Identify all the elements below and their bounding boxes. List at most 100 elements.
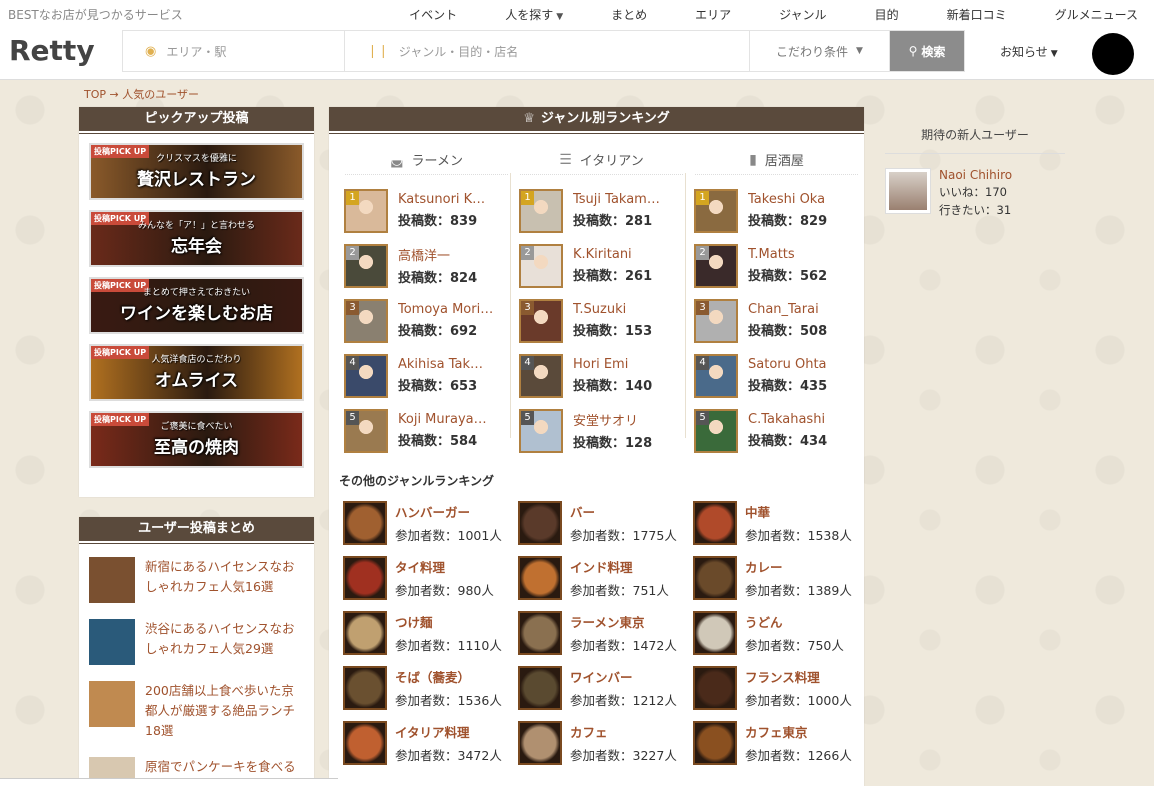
user-name[interactable]: Tomoya Mori… — [398, 302, 508, 317]
genre-name[interactable]: ハンバーガー — [395, 502, 502, 521]
genre-name[interactable]: バー — [570, 502, 677, 521]
genre-ranking-item[interactable]: バー 参加者数：1775人 — [518, 495, 693, 550]
user-name[interactable]: Koji Muraya… — [398, 412, 508, 427]
ranking-user[interactable]: 3 Tomoya Mori… 投稿数：692 — [339, 293, 514, 348]
genre-ranking-item[interactable]: つけ麺 参加者数：1110人 — [343, 605, 518, 660]
genre-search-field[interactable]: ❘❘ ジャンル・目的・店名 — [345, 31, 750, 71]
genre-ranking-item[interactable]: カフェ東京 参加者数：1266人 — [693, 715, 863, 770]
user-avatar[interactable]: 3 — [519, 298, 563, 343]
ranking-user[interactable]: 1 Tsuji Takam… 投稿数：281 — [514, 183, 689, 238]
genre-name[interactable]: タイ料理 — [395, 557, 494, 576]
genre-header[interactable]: ▮ 居酒屋 — [695, 145, 858, 175]
user-name[interactable]: 高橋洋一 — [398, 245, 508, 264]
nav-item[interactable]: イベント — [385, 6, 457, 23]
user-avatar[interactable]: 5 — [344, 408, 388, 453]
genre-name[interactable]: カフェ — [570, 722, 677, 741]
user-avatar[interactable]: 2 — [694, 243, 738, 288]
genre-name[interactable]: ラーメン東京 — [570, 612, 677, 631]
ranking-user[interactable]: 4 Akihisa Tak… 投稿数：653 — [339, 348, 514, 403]
user-avatar[interactable]: 2 — [519, 243, 563, 288]
user-avatar[interactable]: 2 — [344, 243, 388, 288]
user-name[interactable]: Katsunori K… — [398, 192, 508, 207]
user-avatar[interactable]: 4 — [694, 353, 738, 398]
user-name[interactable]: C.Takahashi — [748, 412, 858, 427]
retty-logo[interactable]: Retty — [9, 34, 95, 67]
pickup-banner[interactable]: 投稿PICK UP ご褒美に食べたい 至高の焼肉 — [89, 411, 304, 468]
genre-header[interactable]: ☰ イタリアン — [520, 145, 683, 175]
ranking-user[interactable]: 4 Hori Emi 投稿数：140 — [514, 348, 689, 403]
matome-item[interactable]: 渋谷にあるハイセンスなおしゃれカフェ人気29選 — [79, 611, 314, 673]
user-name[interactable]: T.Suzuki — [573, 302, 683, 317]
pickup-banner[interactable]: 投稿PICK UP まとめて押さえておきたい ワインを楽しむお店 — [89, 277, 304, 334]
breadcrumb[interactable]: TOP → 人気のユーザー — [84, 86, 199, 102]
user-avatar[interactable] — [1092, 33, 1134, 75]
new-user-item[interactable]: Naoi Chihiro いいね：170 行きたい：31 — [885, 154, 1065, 218]
genre-header[interactable]: ◛ ラーメン — [345, 145, 508, 175]
user-avatar[interactable]: 3 — [694, 298, 738, 343]
ranking-user[interactable]: 5 安堂サオリ 投稿数：128 — [514, 403, 689, 458]
user-name[interactable]: T.Matts — [748, 247, 858, 262]
user-name[interactable]: K.Kiritani — [573, 247, 683, 262]
genre-name[interactable]: インド料理 — [570, 557, 669, 576]
nav-item[interactable]: 新着口コミ — [923, 6, 1007, 23]
ranking-user[interactable]: 4 Satoru Ohta 投稿数：435 — [689, 348, 864, 403]
genre-ranking-item[interactable]: カフェ 参加者数：3227人 — [518, 715, 693, 770]
user-avatar[interactable]: 1 — [694, 188, 738, 233]
pickup-banner[interactable]: 投稿PICK UP みんなを「ア！」と言わせる 忘年会 — [89, 210, 304, 267]
user-name[interactable]: 安堂サオリ — [573, 410, 683, 429]
user-name[interactable]: Tsuji Takam… — [573, 192, 683, 207]
genre-name[interactable]: フランス料理 — [745, 667, 852, 686]
matome-item[interactable]: 新宿にあるハイセンスなおしゃれカフェ人気16選 — [79, 549, 314, 611]
user-avatar[interactable]: 5 — [519, 408, 563, 453]
nav-item[interactable]: グルメニュース — [1031, 6, 1138, 23]
ranking-user[interactable]: 2 T.Matts 投稿数：562 — [689, 238, 864, 293]
user-avatar[interactable]: 3 — [344, 298, 388, 343]
new-user-name[interactable]: Naoi Chihiro — [939, 168, 1012, 182]
ranking-user[interactable]: 5 Koji Muraya… 投稿数：584 — [339, 403, 514, 458]
genre-ranking-item[interactable]: イタリア料理 参加者数：3472人 — [343, 715, 518, 770]
genre-ranking-item[interactable]: インド料理 参加者数：751人 — [518, 550, 693, 605]
nav-item[interactable]: ジャンル — [755, 6, 826, 23]
ranking-user[interactable]: 5 C.Takahashi 投稿数：434 — [689, 403, 864, 458]
ranking-user[interactable]: 1 Katsunori K… 投稿数：839 — [339, 183, 514, 238]
new-user-avatar[interactable] — [885, 168, 931, 214]
horizontal-scrollbar[interactable] — [0, 778, 338, 786]
user-avatar[interactable]: 4 — [344, 353, 388, 398]
ranking-user[interactable]: 3 T.Suzuki 投稿数：153 — [514, 293, 689, 348]
pickup-banner[interactable]: 投稿PICK UP クリスマスを優雅に 贅沢レストラン — [89, 143, 304, 200]
nav-item[interactable]: 人を探す ▼ — [481, 6, 563, 23]
genre-ranking-item[interactable]: カレー 参加者数：1389人 — [693, 550, 863, 605]
genre-name[interactable]: 中華 — [745, 502, 852, 521]
genre-ranking-item[interactable]: ワインバー 参加者数：1212人 — [518, 660, 693, 715]
genre-name[interactable]: カレー — [745, 557, 852, 576]
matome-item[interactable]: 200店舗以上食べ歩いた京都人が厳選する絶品ランチ18選 — [79, 673, 314, 749]
genre-ranking-item[interactable]: 中華 参加者数：1538人 — [693, 495, 863, 550]
user-avatar[interactable]: 1 — [344, 188, 388, 233]
user-name[interactable]: Takeshi Oka — [748, 192, 858, 207]
kodawari-dropdown[interactable]: こだわり条件 ▼ — [750, 31, 890, 71]
nav-item[interactable]: エリア — [671, 6, 731, 23]
pickup-banner[interactable]: 投稿PICK UP 人気洋食店のこだわり オムライス — [89, 344, 304, 401]
genre-name[interactable]: イタリア料理 — [395, 722, 502, 741]
search-button[interactable]: ⚲ 検索 — [890, 31, 964, 71]
genre-name[interactable]: つけ麺 — [395, 612, 502, 631]
area-search-field[interactable]: ◉ エリア・駅 — [123, 31, 345, 71]
user-name[interactable]: Chan_Tarai — [748, 302, 858, 317]
ranking-user[interactable]: 2 K.Kiritani 投稿数：261 — [514, 238, 689, 293]
user-name[interactable]: Hori Emi — [573, 357, 683, 372]
ranking-user[interactable]: 1 Takeshi Oka 投稿数：829 — [689, 183, 864, 238]
ranking-user[interactable]: 2 高橋洋一 投稿数：824 — [339, 238, 514, 293]
genre-name[interactable]: うどん — [745, 612, 844, 631]
user-avatar[interactable]: 1 — [519, 188, 563, 233]
user-name[interactable]: Akihisa Tak… — [398, 357, 508, 372]
genre-ranking-item[interactable]: うどん 参加者数：750人 — [693, 605, 863, 660]
user-avatar[interactable]: 5 — [694, 408, 738, 453]
genre-ranking-item[interactable]: ラーメン東京 参加者数：1472人 — [518, 605, 693, 660]
notice-menu[interactable]: お知らせ ▼ — [1000, 43, 1058, 60]
genre-name[interactable]: カフェ東京 — [745, 722, 852, 741]
genre-ranking-item[interactable]: ハンバーガー 参加者数：1001人 — [343, 495, 518, 550]
genre-name[interactable]: そば（蕎麦） — [395, 667, 502, 686]
user-avatar[interactable]: 4 — [519, 353, 563, 398]
genre-ranking-item[interactable]: そば（蕎麦） 参加者数：1536人 — [343, 660, 518, 715]
genre-ranking-item[interactable]: フランス料理 参加者数：1000人 — [693, 660, 863, 715]
